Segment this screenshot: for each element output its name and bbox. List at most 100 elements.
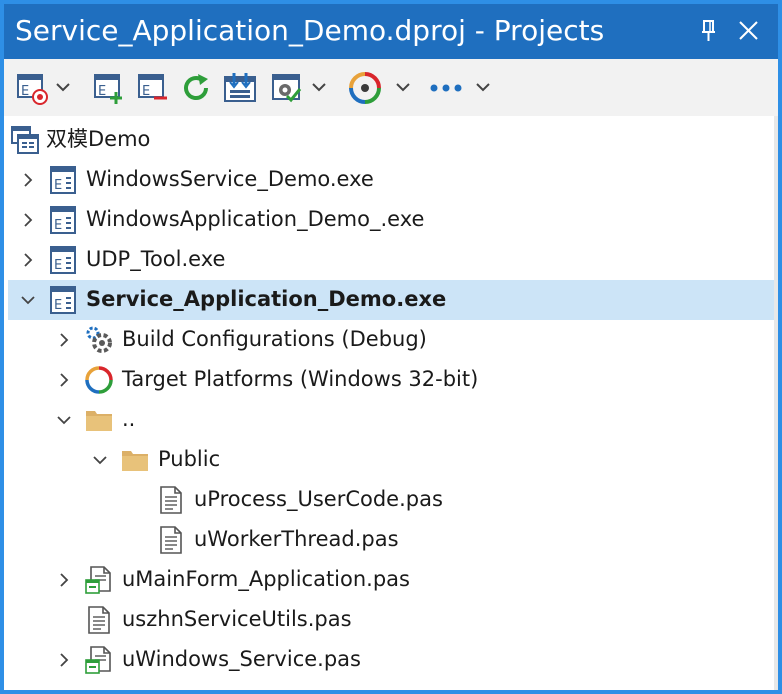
sync-icon: [184, 74, 208, 100]
tree-item-target-platforms[interactable]: Target Platforms (Windows 32-bit): [8, 360, 774, 400]
pin-icon: [702, 20, 715, 41]
expand-chevron[interactable]: [20, 212, 36, 228]
tree-item-label: uProcess_UserCode.pas: [194, 487, 443, 511]
tree-item-windowsservice-demo[interactable]: E WindowsService_Demo.exe: [8, 160, 774, 200]
tree-item-label: uMainForm_Application.pas: [122, 567, 410, 591]
project-icon: E: [48, 285, 78, 315]
tree-root-label: 双模Demo: [46, 127, 151, 151]
tree-item-uwindows-service[interactable]: uWindows_Service.pas: [8, 640, 774, 680]
active-project-button[interactable]: E: [16, 71, 50, 105]
file-icon: [156, 525, 186, 555]
tree-item-label: Service_Application_Demo.exe: [86, 287, 447, 311]
chevron-down-icon: [312, 83, 326, 92]
tree-item-label: uWorkerThread.pas: [194, 527, 399, 551]
tree-item-label: WindowsApplication_Demo_.exe: [86, 207, 425, 231]
more-dropdown[interactable]: [474, 71, 492, 105]
svg-text:E: E: [98, 84, 106, 99]
chevron-down-icon: [396, 83, 410, 92]
active-project-icon: E: [17, 74, 48, 105]
remove-file-icon: E: [138, 74, 167, 100]
add-file-button[interactable]: E: [92, 71, 126, 105]
tree-item-label: WindowsService_Demo.exe: [86, 167, 374, 191]
chevron-right-icon: [24, 253, 33, 267]
vertical-scrollbar[interactable]: [774, 116, 778, 690]
options-dropdown[interactable]: [310, 71, 328, 105]
active-project-dropdown[interactable]: [54, 71, 72, 105]
file-icon: [84, 605, 114, 635]
window-title: Service_Application_Demo.dproj - Project…: [15, 14, 605, 47]
chevron-down-icon: [93, 456, 107, 465]
pin-button[interactable]: [694, 16, 724, 46]
gears-icon: [84, 325, 114, 355]
tree-item-uszhnserviceutils[interactable]: uszhnServiceUtils.pas: [8, 600, 774, 640]
collapse-chevron[interactable]: [20, 292, 36, 308]
svg-text:E: E: [21, 84, 29, 99]
projects-window: Service_Application_Demo.dproj - Project…: [4, 4, 778, 690]
tree-item-label: uWindows_Service.pas: [122, 647, 361, 671]
form-file-icon: [84, 565, 114, 595]
svg-text:E: E: [54, 298, 62, 313]
title-bar[interactable]: Service_Application_Demo.dproj - Project…: [4, 4, 778, 59]
tree-item-parent-folder[interactable]: ..: [8, 400, 774, 440]
form-file-icon: [84, 645, 114, 675]
chevron-right-icon: [60, 653, 69, 667]
close-icon: [739, 21, 758, 40]
collapse-chevron[interactable]: [56, 412, 72, 428]
chevron-right-icon: [24, 213, 33, 227]
expand-chevron[interactable]: [56, 652, 72, 668]
chevron-right-icon: [60, 373, 69, 387]
svg-text:E: E: [142, 84, 150, 99]
chevron-down-icon: [476, 83, 490, 92]
expand-chevron[interactable]: [20, 172, 36, 188]
options-icon: [272, 74, 302, 103]
tree-item-uprocess-usercode[interactable]: uProcess_UserCode.pas: [8, 480, 774, 520]
svg-text:E: E: [54, 258, 62, 273]
chevron-right-icon: [60, 573, 69, 587]
target-platform-icon: [349, 72, 381, 104]
options-button[interactable]: [270, 71, 304, 105]
sync-button[interactable]: [180, 71, 214, 105]
chevron-right-icon: [60, 333, 69, 347]
tree-item-label: Public: [158, 447, 221, 471]
more-button[interactable]: [428, 71, 464, 105]
svg-text:E: E: [54, 178, 62, 193]
tree-item-public-folder[interactable]: Public: [8, 440, 774, 480]
chevron-down-icon: [21, 296, 35, 305]
target-platform-button[interactable]: [348, 71, 382, 105]
close-button[interactable]: [734, 16, 764, 46]
expand-chevron[interactable]: [20, 252, 36, 268]
tree-item-label: UDP_Tool.exe: [86, 247, 226, 271]
expand-chevron[interactable]: [56, 372, 72, 388]
tree-item-umainform-application[interactable]: uMainForm_Application.pas: [8, 560, 774, 600]
file-icon: [156, 485, 186, 515]
tree-item-label: uszhnServiceUtils.pas: [122, 607, 352, 631]
add-file-icon: E: [94, 74, 122, 104]
target-platform-dropdown[interactable]: [394, 71, 412, 105]
tree-item-label: Build Configurations (Debug): [122, 327, 427, 351]
tree-root[interactable]: 双模Demo: [8, 120, 774, 160]
toolbar: E E E: [4, 59, 778, 116]
remove-file-button[interactable]: E: [136, 71, 170, 105]
project-group-icon: [10, 125, 40, 155]
project-icon: E: [48, 165, 78, 195]
project-tree: 双模Demo E WindowsService_Demo.exe E Windo…: [4, 116, 778, 690]
more-icon: [430, 84, 462, 92]
tree-item-build-configurations[interactable]: Build Configurations (Debug): [8, 320, 774, 360]
chevron-right-icon: [24, 173, 33, 187]
expand-chevron[interactable]: [56, 572, 72, 588]
svg-text:E: E: [54, 218, 62, 233]
tree-item-uworkerthread[interactable]: uWorkerThread.pas: [8, 520, 774, 560]
target-platforms-icon: [84, 365, 114, 395]
collapse-chevron[interactable]: [92, 452, 108, 468]
tree-item-label: Target Platforms (Windows 32-bit): [122, 367, 479, 391]
folder-icon: [84, 405, 114, 435]
tree-item-service-application-demo[interactable]: E Service_Application_Demo.exe: [8, 280, 774, 320]
build-icon: [224, 73, 256, 102]
tree-item-udp-tool[interactable]: E UDP_Tool.exe: [8, 240, 774, 280]
folder-icon: [120, 445, 150, 475]
tree-item-label: ..: [122, 407, 136, 431]
chevron-down-icon: [57, 416, 71, 425]
tree-item-windowsapplication-demo[interactable]: E WindowsApplication_Demo_.exe: [8, 200, 774, 240]
expand-chevron[interactable]: [56, 332, 72, 348]
build-button[interactable]: [222, 71, 258, 105]
